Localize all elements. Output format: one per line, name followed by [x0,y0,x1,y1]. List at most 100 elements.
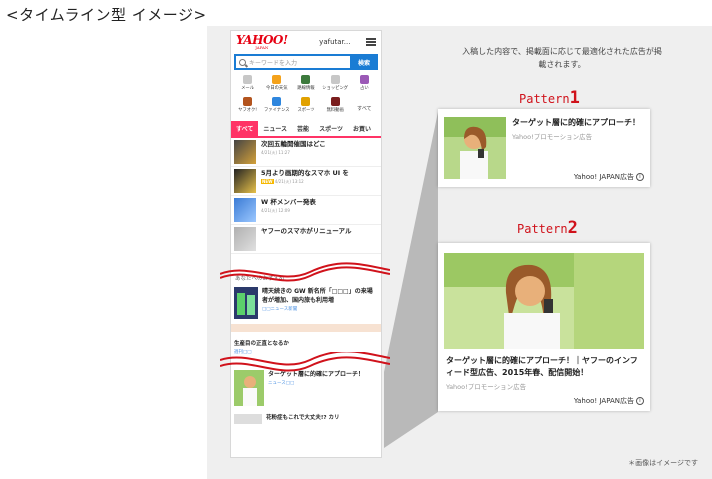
ad-disclosure-text: Yahoo! JAPAN広告 [573,397,634,405]
service-item[interactable]: スポーツ [291,97,320,119]
news-meta: 4/21(火) 12:09 [261,208,316,214]
pattern1-label: Pattern1 [519,88,580,108]
phone-mockup: YAHOO! JAPAN yafutar... キーワードを入力 検索 メール 今… [230,30,382,458]
feed-thumb-image [234,414,262,424]
service-label: 占い [360,86,369,91]
service-label: メール [241,86,255,91]
news-meta: 4/21(火) 11:27 [261,150,326,156]
feed-title: 晴天続きの GW 新名所「□□□」の来場者が増加、国内旅も利用増 [262,288,373,304]
service-grid: メール 今日の天気 路線情報 ショッピング 占いヤフオク! ファイナンス スポーツ 無料動画 す… [231,73,381,119]
news-timestamp: 4/21(火) 11:27 [261,150,290,155]
pattern2-number: 2 [567,218,578,238]
pattern2-word: Pattern [517,222,568,236]
service-label: ショッピング [322,86,349,91]
tab-item[interactable]: スポーツ [314,121,348,136]
thumb-sign [237,293,245,315]
service-icon [243,97,253,106]
service-label: 今日の天気 [266,86,288,91]
feed-title: 花粉症もこれで大丈夫!? カリ [266,415,340,421]
feed-item[interactable]: 晴天続きの GW 新名所「□□□」の来場者が増加、国内旅も利用増 □□ニュース新… [231,284,381,322]
wave-line [220,356,390,372]
tab-item[interactable]: ニュース [258,121,292,136]
service-icon [272,97,282,106]
service-icon [301,75,311,84]
ad-sponsor: Yahoo!プロモーション広告 [512,133,593,141]
user-name[interactable]: yafutar... [319,38,350,46]
thumb-head [244,376,256,388]
news-list: 次回五輪開催国はどこ 4/21(火) 11:27 5月より画期的なスマホ UI を N… [231,138,381,254]
service-item[interactable]: ファイナンス [262,97,291,119]
image-phone [544,299,553,313]
service-icon [330,97,340,106]
service-item[interactable]: 路線情報 [291,75,320,97]
ad-image [444,117,506,179]
tab-item[interactable]: すべて [231,121,259,136]
service-label: ヤフオク! [238,108,257,113]
service-icon [243,75,253,84]
news-item[interactable]: 5月より画期的なスマホ UI を NEW 4/21(火) 13:12 [231,167,381,196]
ad-title: ターゲット層に的確にアプローチ！ [512,118,640,127]
pattern1-number: 1 [569,88,580,108]
search-input[interactable]: キーワードを入力 [234,54,350,70]
service-item[interactable]: ヤフオク! [233,97,262,119]
news-title: 5月より画期的なスマホ UI を [261,169,349,177]
service-label: すべて [357,105,372,112]
news-title: 次回五輪開催国はどこ [261,140,326,148]
news-meta: NEW 4/21(火) 13:12 [261,179,349,185]
pattern1-word: Pattern [519,92,570,106]
phone-header: YAHOO! JAPAN yafutar... [231,31,381,53]
news-timestamp: 4/21(火) 12:09 [261,208,290,213]
ad-disclosure[interactable]: Yahoo! JAPAN広告 i [574,172,644,182]
ad-disclosure[interactable]: Yahoo! JAPAN広告 i [574,396,644,406]
search-button[interactable]: 検索 [350,54,378,70]
ad-title: ターゲット層に的確にアプローチ！｜ヤフーのインフィード型広告、2015年春、配信… [446,356,638,377]
image-foliage [574,253,644,349]
service-label: 無料動画 [326,108,344,113]
funnel-shape [384,112,438,448]
feed-thumb-image [234,287,258,319]
image-body [504,313,560,349]
service-item[interactable]: 無料動画 [321,97,350,119]
news-thumb-image [234,198,256,222]
ad-disclosure-text: Yahoo! JAPAN広告 [573,173,634,181]
info-icon[interactable]: i [636,173,644,181]
feed-source: □□ニュース新聞 [262,307,298,312]
pattern1-ad-card[interactable]: ターゲット層に的確にアプローチ！ Yahoo!プロモーション広告 Yahoo! … [438,109,650,187]
info-icon[interactable]: i [636,397,644,405]
service-label: スポーツ [297,108,315,113]
image-phone [478,149,484,158]
tab-item[interactable]: お買い [348,121,376,136]
footnote: ＊画像はイメージです [628,459,698,467]
news-item[interactable]: ヤフーのスマホがリニューアル [231,225,381,254]
news-thumb-image [234,140,256,164]
news-title: W 杯メンバー発表 [261,198,316,206]
feed-title: 生産目の正直となるか [234,341,289,347]
partial-image [231,324,381,332]
service-item[interactable]: ショッピング [321,75,350,97]
news-item[interactable]: W 杯メンバー発表 4/21(火) 12:09 [231,196,381,225]
thumb-body [243,388,257,406]
search-icon [239,58,246,66]
service-item[interactable]: 今日の天気 [262,75,291,97]
service-icon [330,75,340,84]
service-item[interactable]: すべて [350,97,379,119]
news-timestamp: 4/21(火) 13:12 [274,179,304,184]
image-head [515,276,545,306]
ad-image [444,253,644,349]
pattern2-ad-card[interactable]: ターゲット層に的確にアプローチ！｜ヤフーのインフィード型広告、2015年春、配信… [438,243,650,411]
feed-source: ニュース□□ [268,381,295,386]
service-item[interactable]: メール [233,75,262,97]
search-bar: キーワードを入力 検索 [234,54,378,70]
pattern2-label: Pattern2 [517,218,578,238]
ad-sponsor: Yahoo!プロモーション広告 [446,383,527,391]
intro-text: 入稿した内容で、掲載面に応じて最適化された広告が掲載されます。 [462,47,662,69]
service-item[interactable]: 占い [350,75,379,97]
menu-icon[interactable] [366,38,376,46]
news-item[interactable]: 次回五輪開催国はどこ 4/21(火) 11:27 [231,138,381,167]
feed-item[interactable]: 花粉症もこれで大丈夫!? カリ [231,409,381,427]
search-placeholder: キーワードを入力 [249,59,298,67]
category-tabs: すべて ニュース 芸能 スポーツ お買い [231,121,381,138]
yahoo-logo[interactable]: YAHOO! JAPAN [236,34,288,50]
tab-item[interactable]: 芸能 [292,121,314,136]
infeed-ad-item[interactable]: ターゲット層に的確にアプローチ！ ニュース□□ [231,367,381,409]
